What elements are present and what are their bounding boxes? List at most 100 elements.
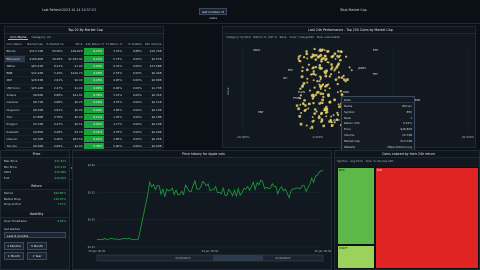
table-row[interactable]: Solana $8.69B 0.86% $21.01 0.38% 3.15% 0.00% $0…: [5, 91, 163, 100]
table-header[interactable]: % Market Cap: [44, 41, 65, 49]
table-cell: 0.05%: [84, 120, 104, 129]
table-header[interactable]: Coin Name: [5, 41, 25, 49]
table-cell: 50.56%: [44, 47, 65, 56]
scatter-point: [310, 55, 313, 59]
scatter-point: [330, 115, 333, 118]
scatter-control-color[interactable]: Color: change24h: [289, 35, 314, 39]
treemap-tile-btc[interactable]: BTC: [337, 167, 375, 245]
treemap-tile-usdt[interactable]: USDT: [337, 245, 375, 269]
scatter-point: [297, 55, 301, 58]
tooltip-value: 1: [410, 115, 412, 120]
table-row[interactable]: Toncoin $6.99B 0.69% $2.04 0.46% 5.90% 0.00% $0…: [5, 142, 163, 151]
scatter-point: [329, 73, 333, 76]
table-cell: 0.00%: [123, 55, 144, 63]
table-row[interactable]: Litecoin $4.70B 0.46% $63.59 0.01% 2.80% 0.00%…: [5, 135, 163, 144]
tooltip-row: Price $26,829: [344, 127, 412, 132]
table-cell: $10.74B: [143, 47, 163, 56]
table-row[interactable]: Ethereum $186.80B 18.38% $1,552.92 0.14% 5.73…: [5, 55, 163, 63]
scatter-point: [324, 85, 327, 88]
scatter-point: [319, 50, 322, 53]
table-row[interactable]: Cardano $8.71B 0.86% $0.25 0.18% 4.35% 0.00% $0…: [5, 98, 163, 107]
scatter-point: [302, 56, 306, 59]
scatter-point: [305, 50, 308, 53]
scatter-control-y[interactable]: Rank: [280, 35, 287, 39]
range-1-months-button[interactable]: 1 Months: [4, 242, 24, 250]
table-cell: 18.38%: [44, 55, 65, 63]
tooltip-value: Bitcoin: [402, 104, 412, 108]
range-1-month-button[interactable]: 1 Month: [4, 252, 24, 260]
tooltip-value: https://bitcoin.org: [387, 144, 412, 149]
tooltip-key: Price: [344, 127, 351, 132]
table-cell: Litecoin: [5, 135, 25, 144]
table-cell: $25.12B: [24, 84, 45, 93]
treemap-control-price[interactable]: Avg Price: [350, 159, 363, 163]
filter-category[interactable]: Category: All: [29, 34, 52, 40]
table-cell: $4.70B: [24, 135, 45, 144]
range-select[interactable]: Last 6 months: [4, 232, 66, 238]
table-cell: Cardano: [5, 98, 25, 107]
scatter-point: [311, 53, 314, 56]
scatter-point: [311, 127, 314, 129]
range-3-month-button[interactable]: 3 Month: [27, 242, 47, 250]
table-row[interactable]: Dogecoin $8.19B 0.81% $0.06 0.20% 2.80% 0.00% $…: [5, 106, 163, 114]
treemap-control-size[interactable]: Size: % Volume 24h: [366, 159, 394, 163]
filter-coin-name[interactable]: Coin Name: [8, 34, 29, 40]
scatter-point: [303, 99, 306, 102]
tooltip-key: Return 24h: [344, 121, 360, 126]
scatter-point: [345, 55, 348, 58]
table-header[interactable]: 24h Volume: [143, 41, 163, 49]
table-header[interactable]: % Volatile: [123, 41, 144, 49]
table-cell: $26.54B: [24, 76, 45, 85]
scatter-point: [318, 102, 322, 105]
scatter-point: [324, 111, 327, 114]
table-row[interactable]: BNB $32.43B 3.19% $210.72 0.20% 2.53% 0.00% $0.…: [5, 69, 163, 78]
table-header[interactable]: Price: [64, 41, 84, 49]
scatter-point: [295, 104, 299, 107]
table-cell: 0.18%: [84, 98, 104, 107]
get-coins-button[interactable]: Get number of coins: [199, 8, 227, 20]
scatter-control-category[interactable]: Category: Symbol: [226, 35, 251, 39]
table-cell: $1.00: [64, 62, 84, 71]
treemap-control-symbol[interactable]: Symbol: [337, 159, 347, 163]
table-cell: $3.76: [64, 128, 84, 136]
tooltip-value: 513.74B: [400, 138, 412, 143]
scatter-point: [319, 76, 323, 79]
table-cell: $0.31B: [143, 91, 163, 100]
stat-row: Drop to End 7.57%: [4, 202, 66, 207]
app-label: Last Refresh: [42, 8, 62, 12]
scatter-control-x[interactable]: Return %, 24h %: [254, 35, 277, 39]
scatter-point: [336, 113, 340, 117]
tooltip-row: Volume 10.74B: [344, 133, 412, 138]
scatter-point: [320, 111, 324, 115]
table-row[interactable]: Polygon $4.74B 0.47% $0.51 0.05% 4.17% 0.00% $0…: [5, 120, 163, 129]
scatter-point: [350, 69, 353, 72]
table-cell: Dogecoin: [5, 106, 25, 114]
range-label: 01/04/2023: [276, 256, 291, 260]
scatter-x-tick: 0.000%: [313, 135, 324, 139]
table-header[interactable]: 24h Return %: [84, 41, 104, 49]
table-row[interactable]: Tether $83.41B 8.21% $1.00 0.00% 0.01% 0.00% $1…: [5, 62, 163, 71]
table-cell: Polygon: [5, 120, 25, 129]
table-cell: $0.11B: [143, 98, 163, 107]
scatter-point: [300, 75, 304, 79]
price-history-chart[interactable]: $0.60 $0.55 $0.50 $0.4503-Jan 00:00 04-Jan 0…: [73, 159, 331, 269]
table-cell: 0.38%: [84, 91, 104, 100]
table-cell: 3.19%: [103, 47, 124, 56]
table-row[interactable]: XRP $26.54B 2.61% $0.49 0.15% 4.95% 0.00% $0.89…: [5, 76, 163, 85]
table-row[interactable]: USD Coin $25.12B 2.47% $1.00 0.00% 0.00% 0.00%…: [5, 84, 163, 93]
table-row[interactable]: Bitcoin $513.74B 50.56% $26,829 0.15% 3.19% 9.…: [5, 47, 163, 56]
treemap-tile-dai[interactable]: DAI: [375, 167, 479, 269]
table-cell: $0.89B: [143, 76, 163, 85]
scatter-point: [307, 107, 310, 110]
scatter-point: [320, 58, 323, 61]
table-header[interactable]: Market Cap: [24, 41, 45, 49]
table-row[interactable]: Polkadot $4.85B 0.48% $3.76 0.21% 4.78% 0.00% $…: [5, 128, 163, 136]
scatter-point: [318, 64, 322, 67]
table-row[interactable]: Tron $7.88B 0.78% $0.09 0.11% 1.05% 0.00% $0.18…: [5, 113, 163, 122]
table-cell: 5.73%: [103, 55, 124, 63]
table-header[interactable]: 7d Return %: [103, 41, 124, 49]
table-cell: Solana: [5, 91, 25, 100]
range-1-year-button[interactable]: 1 Year: [27, 252, 47, 260]
scatter-control-size[interactable]: Size: volume24h: [317, 35, 340, 39]
table-cell: 0.11%: [84, 113, 104, 122]
